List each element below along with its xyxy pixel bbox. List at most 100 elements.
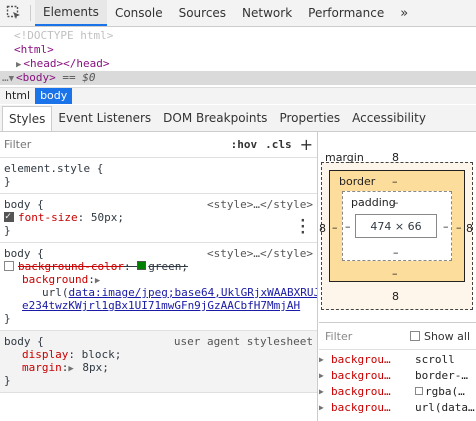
padding-bottom-value[interactable]: – [393, 246, 399, 259]
data-url-link[interactable]: e234twzKWjrl1gBx1UI71mwGFn9jGzAACbfH7Mmj… [22, 299, 300, 312]
styles-filter-bar: :hov .cls + [0, 132, 317, 158]
computed-property-value: rgba(… [415, 384, 465, 400]
expand-triangle-icon[interactable]: ▶ [319, 352, 331, 368]
expand-triangle-icon[interactable]: ▶ [319, 384, 331, 400]
border-bottom-value[interactable]: – [392, 267, 398, 280]
rule-close-brace: } [4, 312, 11, 325]
tab-sources[interactable]: Sources [171, 0, 234, 26]
element-style-rule: element.style { } [0, 158, 317, 194]
tab-styles[interactable]: Styles [2, 105, 53, 131]
dom-doctype: <!DOCTYPE html> [14, 29, 114, 42]
computed-row[interactable]: ▶ backgrou… border-… [319, 368, 476, 384]
css-property-row: font-size: 50px; [4, 210, 313, 224]
padding-left-value[interactable]: – [345, 220, 351, 233]
node-menu-icon[interactable]: … [2, 71, 9, 84]
dom-tree: <!DOCTYPE html> <html> ▶ <head></head> …▼… [0, 27, 476, 87]
css-property-row: background:▶ [22, 273, 101, 286]
dom-body-node[interactable]: …▼ <body> == $0 [0, 71, 476, 85]
css-property-row: display: block; [22, 348, 122, 361]
property-name[interactable]: background [22, 273, 88, 286]
padding-box: padding – – – – 474 × 66 [342, 191, 452, 261]
computed-property-value: url(data… [415, 401, 475, 414]
more-tabs-button[interactable]: » [392, 6, 416, 21]
computed-row[interactable]: ▶ backgrou… scroll [319, 352, 476, 368]
rule-close-brace: } [4, 175, 11, 188]
rule-origin: user agent stylesheet [173, 335, 313, 348]
property-checkbox[interactable] [4, 261, 14, 271]
show-all-checkbox[interactable] [409, 331, 420, 341]
hover-state-button[interactable]: :hov [231, 138, 258, 151]
css-property-row: margin:▶ 8px; [22, 361, 109, 374]
user-agent-rule: body { user agent stylesheet display: bl… [0, 331, 317, 393]
margin-right-value[interactable]: 8 [466, 222, 473, 235]
inspect-element-icon[interactable] [0, 0, 28, 26]
computed-property-name: backgrou… [331, 385, 391, 398]
property-value: block; [81, 348, 122, 361]
border-right-value[interactable]: – [456, 221, 462, 234]
dom-head-label: <head></head> [23, 57, 110, 70]
property-value[interactable]: green; [148, 260, 188, 273]
property-name[interactable]: font-size [18, 211, 78, 224]
computed-property-name: backgrou… [331, 369, 391, 382]
more-options-icon[interactable]: · · · [299, 214, 307, 240]
new-rule-button[interactable]: + [300, 135, 313, 154]
padding-top-value[interactable]: – [393, 196, 399, 209]
rule-origin-link[interactable]: <style>…</style> [207, 247, 313, 260]
tab-accessibility[interactable]: Accessibility [346, 105, 432, 131]
dom-body-label: <body> [16, 71, 56, 84]
expand-triangle-icon[interactable]: ▶ [95, 276, 100, 286]
border-left-value[interactable]: – [332, 221, 338, 234]
style-rule: body { <style>…</style> font-size: 50px;… [0, 194, 317, 243]
property-value: 8px; [82, 361, 109, 374]
content-size[interactable]: 474 × 66 [370, 220, 421, 233]
color-swatch-icon[interactable] [415, 387, 423, 395]
tab-network[interactable]: Network [234, 0, 300, 26]
property-checkbox[interactable] [4, 210, 14, 223]
expand-triangle-icon[interactable]: ▶ [319, 368, 331, 384]
styles-filter-input[interactable] [4, 138, 223, 151]
computed-row[interactable]: ▶ backgrou… rgba(… [319, 384, 476, 400]
tab-console[interactable]: Console [107, 0, 171, 26]
property-name[interactable]: background-color [18, 260, 124, 273]
computed-filter-bar: Filter Show all [319, 323, 476, 349]
tab-performance[interactable]: Performance [300, 0, 392, 26]
show-all-toggle[interactable]: Show all [409, 329, 470, 343]
rule-origin-link[interactable]: <style>…</style> [207, 198, 313, 211]
css-property-row: background-color: green; [4, 260, 313, 273]
color-swatch-icon[interactable] [137, 261, 147, 270]
computed-row[interactable]: ▶ backgrou… url(data… [319, 400, 476, 416]
tab-event-listeners[interactable]: Event Listeners [52, 105, 157, 131]
content-box[interactable]: 474 × 66 [355, 214, 437, 238]
sidebar-tabs: Styles Event Listeners DOM Breakpoints P… [0, 105, 476, 132]
computed-value-text: rgba(… [425, 385, 465, 398]
property-name: margin [22, 361, 62, 374]
data-url-link[interactable]: data:image/jpeg;base64,UklGRjxWAABXRUJ [69, 286, 318, 299]
show-all-label: Show all [423, 329, 470, 343]
tab-properties[interactable]: Properties [273, 105, 346, 131]
computed-filter-input[interactable]: Filter [325, 330, 410, 343]
expand-triangle-icon[interactable]: ▶ [16, 60, 21, 70]
dom-head-node[interactable]: ▶ <head></head> [14, 57, 476, 71]
tab-elements[interactable]: Elements [35, 0, 107, 26]
property-value[interactable]: 50px; [91, 211, 124, 224]
expand-triangle-icon[interactable]: ▼ [9, 74, 14, 84]
computed-property-value: border-… [415, 369, 468, 382]
expand-triangle-icon[interactable]: ▶ [319, 400, 331, 416]
margin-bottom-value[interactable]: 8 [392, 290, 399, 303]
breadcrumb-html[interactable]: html [0, 88, 35, 104]
dom-selected-marker: == $0 [55, 71, 96, 84]
tab-dom-breakpoints[interactable]: DOM Breakpoints [157, 105, 273, 131]
computed-property-value: scroll [415, 353, 455, 366]
computed-property-name: backgrou… [331, 401, 391, 414]
border-top-value[interactable]: – [392, 175, 398, 188]
padding-right-value[interactable]: – [443, 220, 449, 233]
padding-label: padding [351, 196, 396, 209]
breadcrumb-body[interactable]: body [35, 88, 73, 104]
box-model-diagram: margin 8 8 8 8 border – – – – padding – … [319, 132, 476, 322]
element-style-selector[interactable]: element.style { [4, 162, 313, 175]
margin-left-value[interactable]: 8 [319, 222, 326, 235]
expand-triangle-icon[interactable]: ▶ [68, 364, 73, 374]
dom-html-node[interactable]: <html> [14, 43, 476, 57]
url-prefix: url( [42, 286, 69, 299]
class-toggle-button[interactable]: .cls [265, 138, 292, 151]
